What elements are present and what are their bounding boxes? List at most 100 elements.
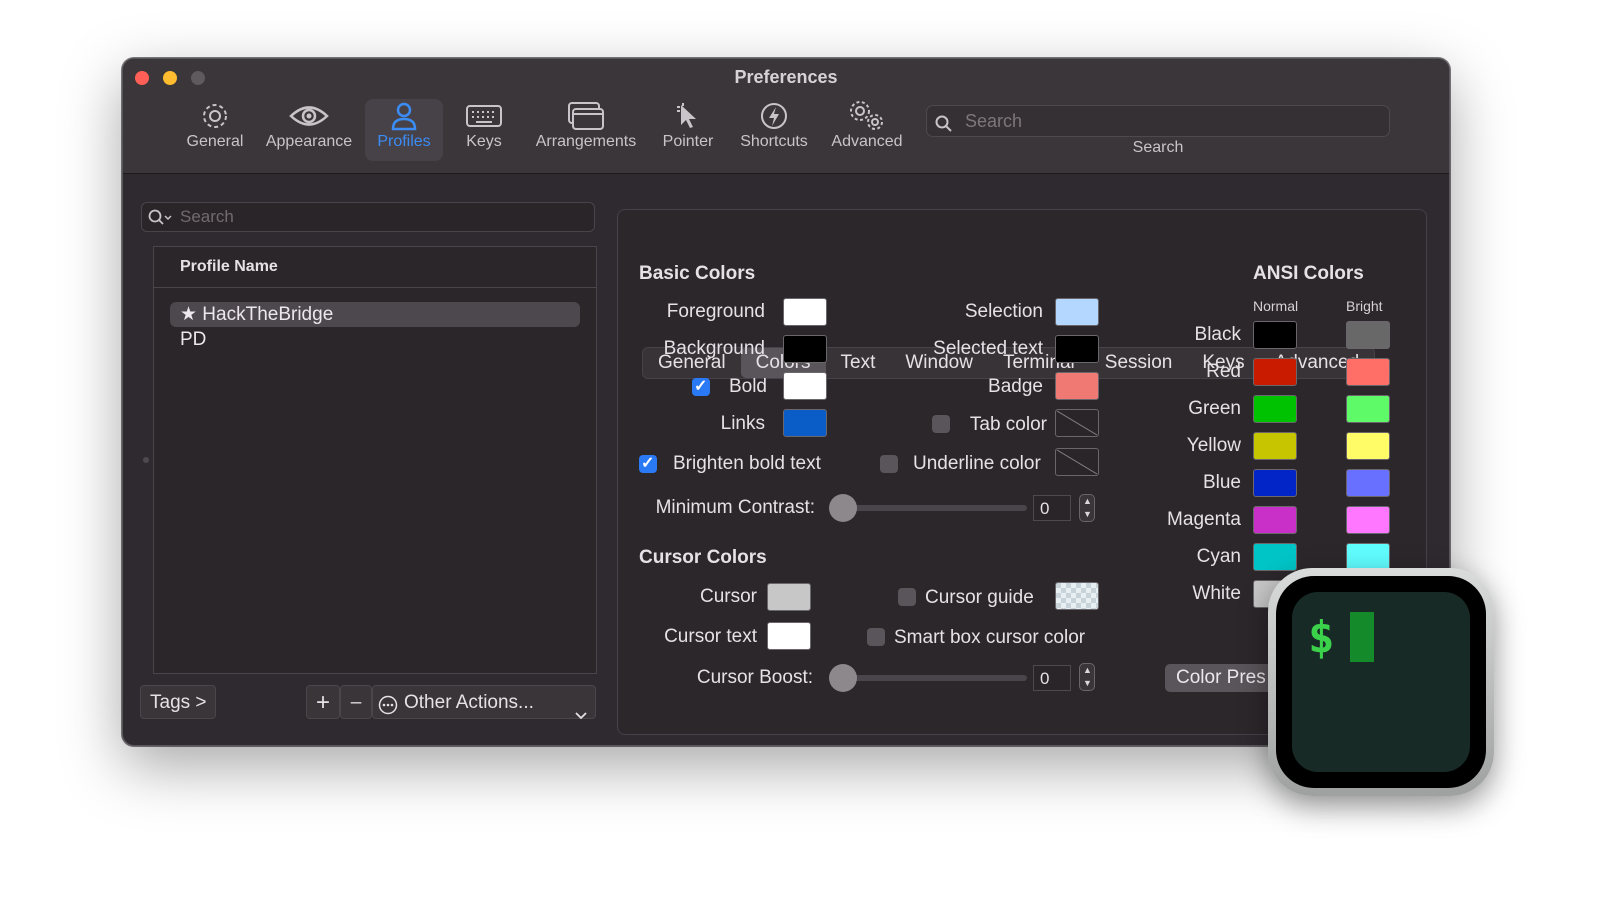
- toolbar-appearance[interactable]: Appearance: [261, 99, 357, 161]
- brighten-bold-label: Brighten bold text: [673, 453, 821, 474]
- toolbar-label: Keys: [466, 133, 502, 150]
- profile-search-input[interactable]: Search: [141, 202, 595, 232]
- ansi-bright-label: Bright: [1346, 298, 1383, 314]
- toolbar-label: Arrangements: [535, 133, 637, 150]
- bold-label: Bold: [728, 376, 767, 397]
- toolbar-label: Profiles: [377, 133, 431, 150]
- toolbar-advanced[interactable]: Advanced: [825, 99, 909, 161]
- bold-checkbox[interactable]: [692, 376, 710, 396]
- profile-row[interactable]: PD: [170, 327, 580, 352]
- ansi-cyan-bright-well[interactable]: [1346, 543, 1390, 571]
- split-handle[interactable]: [143, 457, 149, 463]
- bolt-icon: [731, 99, 817, 133]
- links-color-well[interactable]: [783, 409, 827, 437]
- ansi-green-normal-well[interactable]: [1253, 395, 1297, 423]
- toolbar-label: Appearance: [265, 133, 353, 150]
- ansi-blue-bright-well[interactable]: [1346, 469, 1390, 497]
- selection-color-well[interactable]: [1055, 298, 1099, 326]
- eye-icon: [261, 99, 357, 133]
- background-color-well[interactable]: [783, 335, 827, 363]
- ansi-cyan-label: Cyan: [1196, 546, 1241, 567]
- cursor-guide-checkbox[interactable]: [898, 588, 916, 606]
- ansi-blue-normal-well[interactable]: [1253, 469, 1297, 497]
- ansi-black-label: Black: [1194, 324, 1241, 345]
- ansi-black-normal-well[interactable]: [1253, 321, 1297, 349]
- cursor-boost-stepper[interactable]: ▲ ▼: [1079, 663, 1095, 691]
- toolbar-search-input[interactable]: Search: [926, 105, 1390, 137]
- badge-color-well[interactable]: [1055, 372, 1099, 400]
- selection-label: Selection: [964, 301, 1043, 322]
- other-actions-dropdown[interactable]: Other Actions...: [372, 685, 596, 720]
- background-label: Background: [663, 338, 765, 359]
- toolbar-label: General: [186, 133, 244, 150]
- keyboard-icon: [449, 99, 519, 133]
- basic-colors-header: Basic Colors: [639, 263, 756, 284]
- ansi-cyan-normal-well[interactable]: [1253, 543, 1297, 571]
- minimum-contrast-label: Minimum Contrast:: [655, 497, 815, 518]
- ansi-yellow-normal-well[interactable]: [1253, 432, 1297, 460]
- ansi-yellow-bright-well[interactable]: [1346, 432, 1390, 460]
- toolbar-label: Pointer: [662, 133, 714, 150]
- chevron-down-icon: [575, 698, 587, 732]
- underline-color-well-empty[interactable]: [1055, 448, 1099, 476]
- toolbar-label: Shortcuts: [740, 133, 808, 150]
- search-icon: [148, 208, 174, 236]
- ansi-magenta-normal-well[interactable]: [1253, 506, 1297, 534]
- minimum-contrast-value[interactable]: 0: [1033, 495, 1071, 521]
- cursor-boost-slider[interactable]: [831, 675, 1027, 681]
- bold-color-well[interactable]: [783, 372, 827, 400]
- search-icon: [935, 112, 953, 142]
- minimum-contrast-stepper[interactable]: ▲ ▼: [1079, 494, 1095, 522]
- toolbar-keys[interactable]: Keys: [449, 99, 519, 161]
- ansi-magenta-bright-well[interactable]: [1346, 506, 1390, 534]
- toolbar-pointer[interactable]: Pointer: [655, 99, 721, 161]
- toolbar-shortcuts[interactable]: Shortcuts: [731, 99, 817, 161]
- foreground-label: Foreground: [666, 301, 765, 322]
- badge-label: Badge: [988, 376, 1043, 397]
- toolbar-general[interactable]: General: [179, 99, 251, 161]
- tab-text[interactable]: Text: [826, 348, 891, 378]
- prompt-symbol: $: [1308, 612, 1335, 663]
- toolbar: Preferences General Appearance Profiles …: [123, 59, 1449, 174]
- ellipsis-circle-icon: [378, 693, 398, 727]
- ansi-magenta-label: Magenta: [1167, 509, 1241, 530]
- smart-box-cursor-label: Smart box cursor color: [894, 627, 1086, 648]
- cursor-color-well[interactable]: [767, 583, 811, 611]
- minimum-contrast-knob[interactable]: [829, 494, 857, 522]
- toolbar-profiles[interactable]: Profiles: [365, 99, 443, 161]
- cursor-text-label: Cursor text: [664, 626, 757, 647]
- preferences-window: Preferences General Appearance Profiles …: [122, 58, 1450, 746]
- minimum-contrast-slider[interactable]: [831, 505, 1027, 511]
- foreground-color-well[interactable]: [783, 298, 827, 326]
- cursor-boost-value[interactable]: 0: [1033, 665, 1071, 691]
- ansi-normal-label: Normal: [1253, 298, 1299, 314]
- pointer-icon: [655, 99, 721, 133]
- remove-profile-button[interactable]: –: [340, 685, 372, 719]
- underline-color-checkbox[interactable]: [880, 455, 898, 473]
- ansi-red-bright-well[interactable]: [1346, 358, 1390, 386]
- profile-name-header[interactable]: Profile Name: [154, 247, 596, 288]
- ansi-black-bright-well[interactable]: [1346, 321, 1390, 349]
- windows-icon: [527, 99, 645, 133]
- cursor-text-color-well[interactable]: [767, 622, 811, 650]
- ansi-green-bright-well[interactable]: [1346, 395, 1390, 423]
- window-title: Preferences: [734, 67, 838, 87]
- tab-color-well-empty[interactable]: [1055, 409, 1099, 437]
- add-profile-button[interactable]: +: [306, 685, 340, 719]
- smart-box-cursor-checkbox[interactable]: [867, 628, 885, 646]
- tab-color-checkbox[interactable]: [932, 415, 950, 433]
- ansi-blue-label: Blue: [1202, 472, 1241, 493]
- gear-icon: [179, 99, 251, 133]
- selected-text-color-well[interactable]: [1055, 335, 1099, 363]
- brighten-bold-checkbox[interactable]: [639, 453, 657, 473]
- cursor-boost-label: Cursor Boost:: [696, 667, 813, 688]
- cursor-guide-color-well[interactable]: [1055, 582, 1099, 610]
- other-actions-label: Other Actions...: [404, 692, 534, 713]
- person-icon: [365, 99, 443, 133]
- links-label: Links: [720, 413, 765, 434]
- tags-button[interactable]: Tags >: [140, 685, 216, 719]
- profile-row[interactable]: ★ HackTheBridge: [170, 302, 580, 327]
- cursor-boost-knob[interactable]: [829, 664, 857, 692]
- ansi-red-normal-well[interactable]: [1253, 358, 1297, 386]
- toolbar-arrangements[interactable]: Arrangements: [527, 99, 645, 161]
